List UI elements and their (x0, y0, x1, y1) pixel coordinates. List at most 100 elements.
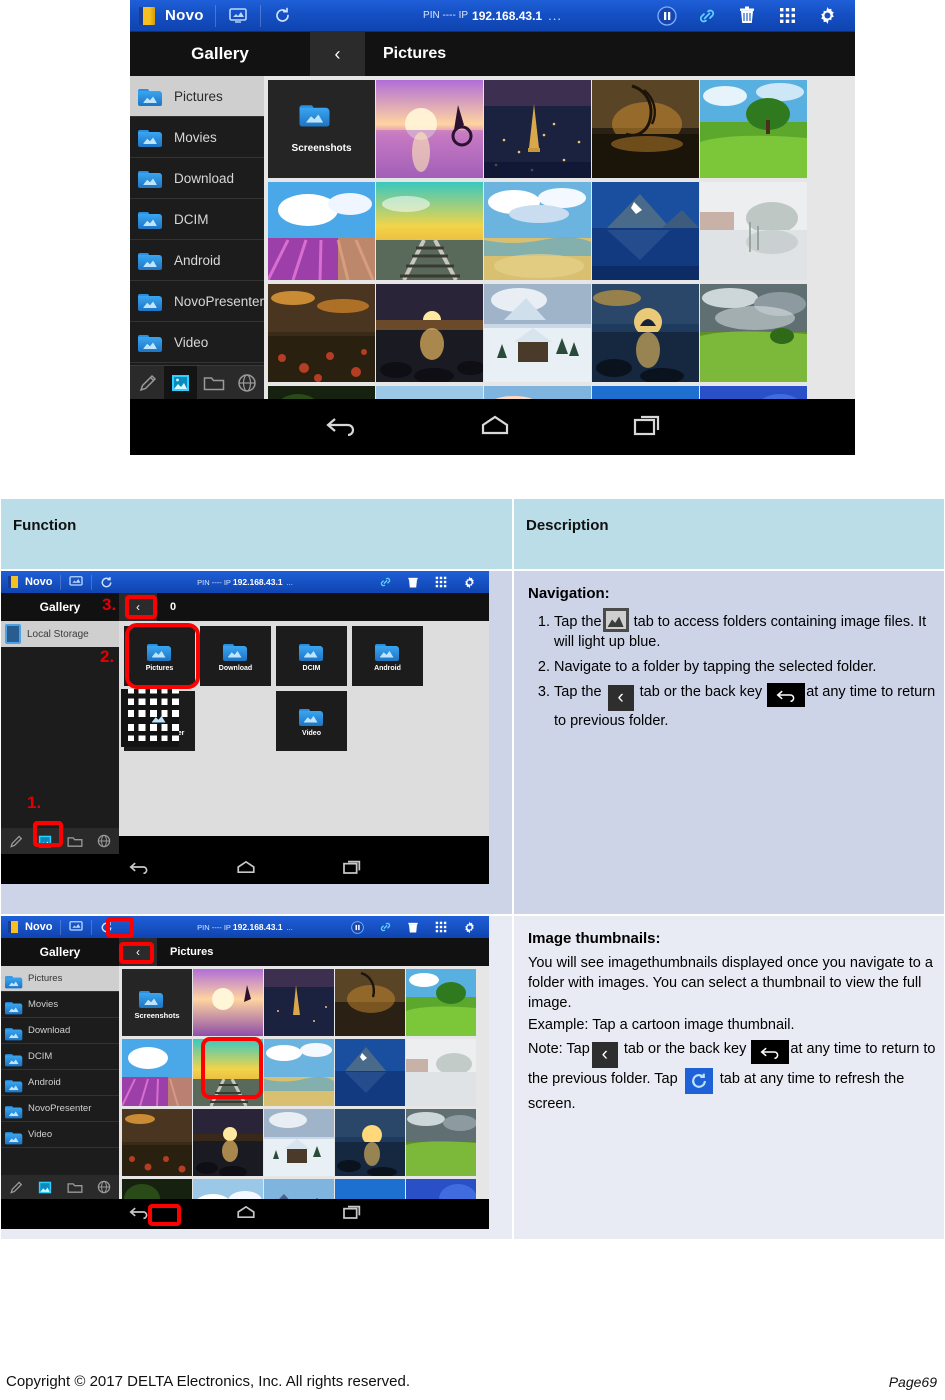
sidebar-item-video[interactable]: Video (130, 322, 265, 363)
sidebar-item-pictures[interactable]: Pictures (1, 966, 119, 992)
back-icon[interactable] (128, 860, 150, 879)
link-icon[interactable] (696, 5, 718, 27)
thumbnail-mountain-lake[interactable] (335, 1039, 405, 1106)
settings-gear-icon[interactable] (816, 5, 838, 27)
thumbnail-storm-meadow[interactable] (700, 284, 808, 382)
thumbnail-island-sunset[interactable] (335, 1109, 405, 1176)
pen-icon[interactable] (1, 835, 31, 848)
thumbnail-sunset-rocks[interactable] (193, 1109, 263, 1176)
globe-icon[interactable] (90, 1180, 120, 1194)
navigation-screenshot-cell: Novo PIN ---- IP 192.168.43.1 ... Galler… (0, 570, 513, 915)
image-icon[interactable] (31, 1181, 61, 1194)
apps-grid-icon[interactable] (776, 5, 798, 27)
pen-icon[interactable] (130, 366, 164, 399)
refresh-icon[interactable] (272, 5, 294, 27)
pause-icon[interactable] (656, 5, 678, 27)
folder-tile-download[interactable]: Download (200, 626, 271, 686)
thumbnail-railway[interactable] (376, 182, 484, 280)
thumbnail-forest-path[interactable] (268, 386, 376, 399)
thumbnail-paris-night[interactable] (484, 80, 592, 178)
recents-icon[interactable] (632, 413, 662, 442)
thumbnail-lake-clouds[interactable] (484, 182, 592, 280)
back-chevron-tab[interactable]: ‹ (310, 32, 365, 76)
thumbnail-sunset-pier[interactable] (193, 969, 263, 1036)
thumbnail-snow-cabin[interactable] (264, 1109, 334, 1176)
thumbnail-lavender-field[interactable] (122, 1039, 192, 1106)
sidebar-item-dcim[interactable]: DCIM (130, 199, 265, 240)
folder-icon (5, 1025, 23, 1040)
folder-tile-android[interactable]: Android (352, 626, 423, 686)
sidebar-item-movies[interactable]: Movies (130, 117, 265, 158)
sidebar-item-android[interactable]: Android (130, 240, 265, 281)
thumbnail-mountain-lake[interactable] (592, 182, 700, 280)
folder-sidebar: Pictures Movies Download DCIM Android No… (130, 76, 265, 399)
thumbnail-blue-sky-clouds[interactable] (376, 386, 484, 399)
thumbnail-grid: Screenshots (268, 80, 855, 399)
globe-icon[interactable] (231, 366, 265, 399)
more-dots[interactable]: ... (287, 923, 293, 932)
thumbnail-lavender-field[interactable] (268, 182, 376, 280)
display-icon[interactable] (227, 5, 249, 27)
thumbnail-willow-tree[interactable] (592, 80, 700, 178)
folder-tile-screenshots[interactable]: Screenshots (268, 80, 376, 178)
folder-tile-label: Video (302, 729, 321, 737)
divider (214, 4, 216, 27)
sidebar-item-label: Pictures (28, 973, 63, 984)
sidebar-item-download[interactable]: Download (130, 158, 265, 199)
sidebar-item-dcim[interactable]: DCIM (1, 1044, 119, 1070)
thumbnails-description-cell: Image thumbnails: You will see imagethum… (513, 915, 945, 1240)
folder-tile-dcim[interactable]: DCIM (276, 626, 347, 686)
thumbnail-green-meadow[interactable] (406, 969, 476, 1036)
thumbnails-title: Image thumbnails: (528, 930, 661, 947)
thumbnail-sunset-pier[interactable] (376, 80, 484, 178)
sidebar-item-novopresenter[interactable]: NovoPresenter (1, 1096, 119, 1122)
sidebar-item-movies[interactable]: Movies (1, 992, 119, 1018)
recents-icon[interactable] (342, 859, 362, 880)
thumbnail-paris-night[interactable] (264, 969, 334, 1036)
home-icon[interactable] (235, 859, 257, 880)
thumbnail-snow-cabin[interactable] (484, 284, 592, 382)
sidebar-toolbar (130, 365, 265, 399)
page-number: Page69 (888, 1373, 937, 1390)
folder-icon[interactable] (60, 835, 90, 848)
folder-icon[interactable] (197, 366, 231, 399)
thumbnail-sunset-rocks[interactable] (376, 284, 484, 382)
home-icon[interactable] (235, 1204, 257, 1225)
thumbnail-misty-reflection[interactable] (700, 182, 808, 280)
thumbnail-willow-tree[interactable] (335, 969, 405, 1036)
sidebar-item-pictures[interactable]: Pictures (130, 76, 265, 117)
back-icon[interactable] (324, 414, 358, 441)
sidebar-item-label: Movies (28, 999, 59, 1010)
trash-icon[interactable] (736, 5, 758, 27)
sidebar-item-local-storage[interactable]: Local Storage (1, 621, 119, 647)
step3-mid: tab or the back key (639, 684, 763, 700)
ip-address: 192.168.43.1 (472, 8, 543, 23)
home-icon[interactable] (478, 413, 512, 442)
back-icon[interactable] (128, 1205, 150, 1224)
thumbnail-mountain-range[interactable] (484, 386, 592, 399)
thumbnail-green-meadow[interactable] (700, 80, 808, 178)
thumbnail-grass-sky[interactable] (700, 386, 808, 399)
thumbnail-autumn-field[interactable] (122, 1109, 192, 1176)
thumbnail-ocean-sky[interactable] (592, 386, 700, 399)
sidebar-item-video[interactable]: Video (1, 1122, 119, 1148)
list-item: Tap the ‹ tab or the back key at any tim… (554, 682, 936, 731)
thumbnail-island-sunset[interactable] (592, 284, 700, 382)
more-dots[interactable]: ... (287, 578, 293, 587)
folder-tile-video[interactable]: Video (276, 691, 347, 751)
more-dots[interactable]: ... (548, 8, 562, 23)
sidebar-item-download[interactable]: Download (1, 1018, 119, 1044)
sidebar-item-novopresenter[interactable]: NovoPresenter (130, 281, 265, 322)
thumbnail-autumn-field[interactable] (268, 284, 376, 382)
thumbnail-storm-meadow[interactable] (406, 1109, 476, 1176)
image-icon[interactable] (163, 366, 198, 399)
folder-tile-screenshots[interactable]: Screenshots (122, 969, 192, 1036)
recents-icon[interactable] (342, 1204, 362, 1225)
pen-icon[interactable] (1, 1181, 31, 1194)
folder-icon[interactable] (60, 1181, 90, 1194)
sidebar-item-android[interactable]: Android (1, 1070, 119, 1096)
thumbnail-lake-clouds[interactable] (264, 1039, 334, 1106)
globe-icon[interactable] (90, 834, 120, 848)
pin-label: PIN ---- IP (197, 577, 231, 587)
thumbnail-misty-reflection[interactable] (406, 1039, 476, 1106)
